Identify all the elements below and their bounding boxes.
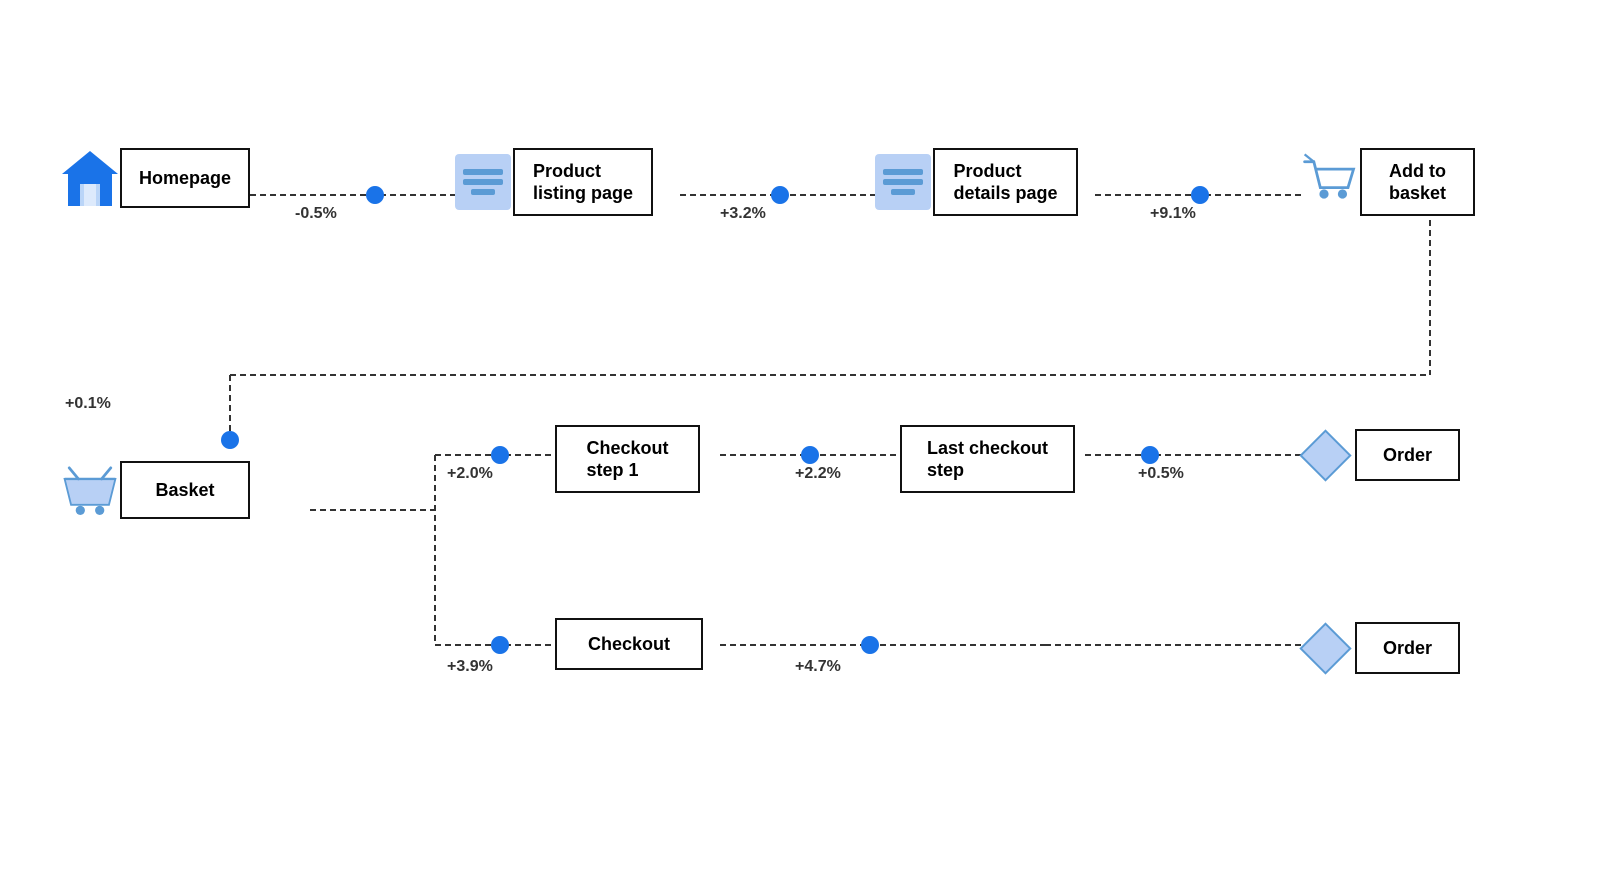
add-to-basket-box: Add to basket [1360,148,1475,216]
edge-label-e1: -0.5% [295,205,337,223]
basket-icon [60,460,120,520]
list-icon-1 [453,152,513,212]
node-homepage[interactable]: Homepage [60,148,250,208]
edge-label-e6: +2.2% [795,465,841,483]
edge-label-e8: +3.9% [447,658,493,676]
node-add-to-basket[interactable]: Add to basket [1300,148,1475,216]
node-basket[interactable]: Basket [60,460,250,520]
diamond-icon-2 [1295,618,1355,678]
checkout-box: Checkout [555,618,703,670]
list-icon-2 [873,152,933,212]
edge-label-e2: +3.2% [720,205,766,223]
edge-label-e7: +0.5% [1138,465,1184,483]
node-last-checkout-step[interactable]: Last checkout step [900,425,1075,493]
checkout-step1-box: Checkout step 1 [555,425,700,493]
diamond-icon-1 [1295,425,1355,485]
edge-label-e4: +0.1% [65,395,111,413]
order2-box: Order [1355,622,1460,674]
product-listing-box: Product listing page [513,148,653,216]
node-order1[interactable]: Order [1295,425,1460,485]
node-order2[interactable]: Order [1295,618,1460,678]
edge-label-e3: +9.1% [1150,205,1196,223]
edge-label-e5: +2.0% [447,465,493,483]
last-checkout-step-box: Last checkout step [900,425,1075,493]
home-icon [60,148,120,208]
diagram-container: -0.5% +3.2% +9.1% +0.1% +2.0% +2.2% +0.5… [0,0,1601,874]
product-details-box: Product details page [933,148,1078,216]
cart-icon-large [1300,152,1360,212]
edge-label-e9: +4.7% [795,658,841,676]
node-product-details[interactable]: Product details page [873,148,1078,216]
homepage-box: Homepage [120,148,250,208]
node-checkout[interactable]: Checkout [555,618,703,670]
order1-box: Order [1355,429,1460,481]
basket-box: Basket [120,461,250,519]
node-checkout-step1[interactable]: Checkout step 1 [555,425,700,493]
node-product-listing[interactable]: Product listing page [453,148,653,216]
